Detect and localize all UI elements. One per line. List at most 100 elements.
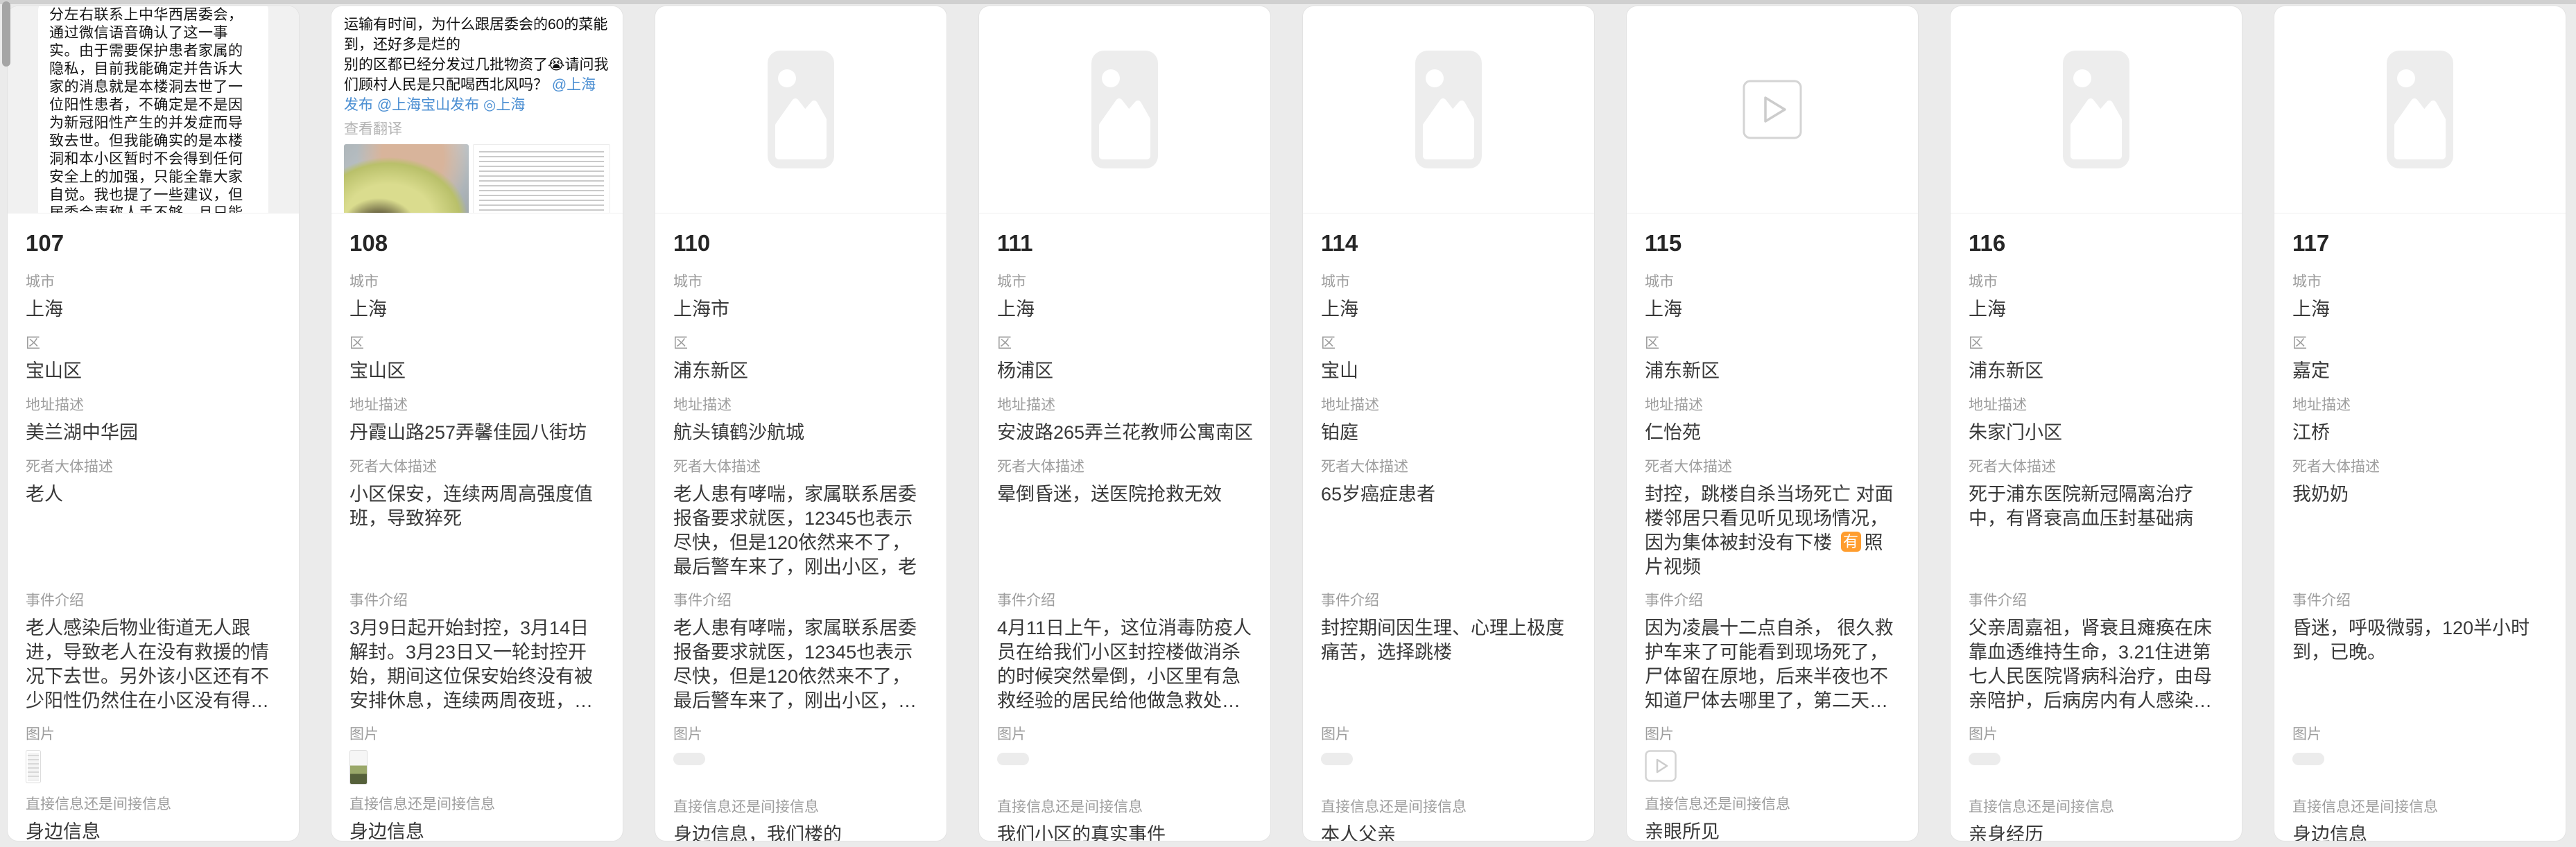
image-thumbnail-placeholder[interactable] — [2292, 753, 2324, 765]
district-label: 区 — [1969, 335, 2224, 352]
record-card[interactable]: 分左右联系上中华西居委会，通过微信语音确认了这一事实。由于需要保护患者家属的隐私… — [7, 6, 300, 841]
city-label: 城市 — [26, 273, 281, 290]
event-label: 事件介绍 — [26, 592, 281, 609]
field-address: 地址描述 航头镇鹤沙航城 — [673, 396, 928, 446]
deceased-label: 死者大体描述 — [2292, 458, 2548, 475]
field-direct: 直接信息还是间接信息 我们小区的真实事件 — [997, 798, 1252, 841]
attachment-preview[interactable]: 运输有时间，为什么跟居委会的60的菜能到，还好多是烂的 别的区都已经分发过几批物… — [331, 6, 623, 213]
field-direct: 直接信息还是间接信息 身边信息 — [2292, 798, 2548, 841]
district-label: 区 — [1645, 335, 1900, 352]
city-label: 城市 — [997, 273, 1252, 290]
social-post-preview: 运输有时间，为什么跟居委会的60的菜能到，还好多是烂的 别的区都已经分发过几批物… — [331, 6, 623, 213]
record-fields: 111 城市 上海 区 杨浦区 地址描述 安波路265弄兰花教师公寓南区 死者大… — [979, 213, 1270, 841]
address-value: 仁怡苑 — [1645, 421, 1900, 446]
district-value: 嘉定 — [2292, 359, 2548, 384]
image-label: 图片 — [2292, 726, 2548, 743]
field-district: 区 宝山区 — [26, 335, 281, 384]
record-id: 111 — [997, 230, 1252, 256]
record-card[interactable]: 115 城市 上海 区 浦东新区 地址描述 仁怡苑 死者大体描述 封控，跳楼自杀… — [1626, 6, 1919, 841]
screenshot-thumbnail[interactable] — [26, 750, 41, 783]
attachment-preview[interactable] — [655, 6, 946, 213]
page-scrollbar-thumb[interactable] — [2, 1, 10, 67]
image-thumbnail-placeholder[interactable] — [997, 753, 1029, 765]
video-thumbnail[interactable] — [1645, 750, 1677, 782]
image-thumbnail-placeholder[interactable] — [673, 753, 705, 765]
attachment-preview[interactable] — [979, 6, 1270, 213]
deceased-value: 晕倒昏迷，送医院抢救无效 — [997, 482, 1252, 579]
city-label: 城市 — [349, 273, 605, 290]
you-emoji-badge: 有 — [1841, 532, 1861, 552]
event-label: 事件介绍 — [1321, 592, 1576, 609]
address-value: 朱家门小区 — [1969, 421, 2224, 446]
district-label: 区 — [997, 335, 1252, 352]
cabbage-photo[interactable] — [344, 144, 469, 213]
district-value: 宝山区 — [26, 359, 281, 384]
translate-link[interactable]: 查看翻译 — [344, 118, 610, 139]
direct-label: 直接信息还是间接信息 — [1969, 798, 2224, 816]
field-event: 事件介绍 父亲周嘉祖，肾衰且瘫痪在床靠血透维持生命，3.21住进第七人民医院肾病… — [1969, 592, 2224, 713]
image-label: 图片 — [997, 726, 1252, 743]
city-label: 城市 — [1645, 273, 1900, 290]
record-card[interactable]: 114 城市 上海 区 宝山 地址描述 铂庭 死者大体描述 65岁癌症患者 事件… — [1302, 6, 1595, 841]
district-label: 区 — [673, 335, 928, 352]
location-tag-link[interactable]: ◎上海 — [483, 97, 525, 113]
image-label: 图片 — [1321, 726, 1576, 743]
district-value: 宝山 — [1321, 359, 1576, 384]
direct-value: 本人父亲 — [1321, 823, 1576, 841]
video-placeholder-icon — [1743, 80, 1802, 143]
field-address: 地址描述 铂庭 — [1321, 396, 1576, 446]
event-label: 事件介绍 — [1969, 592, 2224, 609]
dense-text-screenshot[interactable] — [473, 144, 610, 213]
record-card[interactable]: 110 城市 上海市 区 浦东新区 地址描述 航头镇鹤沙航城 死者大体描述 老人… — [655, 6, 947, 841]
direct-label: 直接信息还是间接信息 — [1645, 796, 1900, 813]
field-direct: 直接信息还是间接信息 身边信息 — [26, 796, 281, 841]
address-label: 地址描述 — [26, 396, 281, 414]
direct-value: 亲身经历 — [1969, 823, 2224, 841]
attachment-preview[interactable] — [1303, 6, 1594, 213]
image-placeholder-icon — [2387, 51, 2453, 172]
deceased-value: 我奶奶 — [2292, 482, 2548, 579]
deceased-value: 65岁癌症患者 — [1321, 482, 1576, 579]
direct-label: 直接信息还是间接信息 — [26, 796, 281, 813]
field-image: 图片 — [1321, 726, 1576, 786]
field-address: 地址描述 安波路265弄兰花教师公寓南区 — [997, 396, 1252, 446]
deceased-value: 小区保安，连续两周高强度值班，导致猝死 — [349, 482, 605, 579]
image-placeholder-icon — [768, 51, 834, 172]
field-event: 事件介绍 3月9日起开始封控，3月14日解封。3月23日又一轮封控开始，期间这位… — [349, 592, 605, 713]
city-value: 上海市 — [673, 297, 928, 322]
event-label: 事件介绍 — [349, 592, 605, 609]
mention-link[interactable]: @上海宝山发布 — [377, 97, 483, 113]
deceased-label: 死者大体描述 — [1969, 458, 2224, 475]
record-card[interactable]: 111 城市 上海 区 杨浦区 地址描述 安波路265弄兰花教师公寓南区 死者大… — [978, 6, 1271, 841]
record-card[interactable]: 117 城市 上海 区 嘉定 地址描述 江桥 死者大体描述 我奶奶 事件介绍 昏… — [2274, 6, 2566, 841]
record-card[interactable]: 运输有时间，为什么跟居委会的60的菜能到，还好多是烂的 别的区都已经分发过几批物… — [331, 6, 623, 841]
direct-value: 我们小区的真实事件 — [997, 823, 1252, 841]
image-thumbnail-placeholder[interactable] — [1321, 753, 1353, 765]
image-thumbnail-row — [349, 750, 605, 783]
district-label: 区 — [2292, 335, 2548, 352]
field-direct: 直接信息还是间接信息 身边信息，我们楼的 — [673, 798, 928, 841]
district-label: 区 — [1321, 335, 1576, 352]
event-label: 事件介绍 — [2292, 592, 2548, 609]
image-label: 图片 — [1645, 726, 1900, 743]
attachment-preview[interactable] — [1951, 6, 2242, 213]
image-thumbnail-placeholder[interactable] — [1969, 753, 2000, 765]
field-city: 城市 上海 — [997, 273, 1252, 322]
image-thumbnail-row — [26, 750, 281, 783]
city-label: 城市 — [2292, 273, 2548, 290]
attachment-preview[interactable] — [2274, 6, 2566, 213]
event-label: 事件介绍 — [673, 592, 928, 609]
photo-thumbnail[interactable] — [349, 750, 368, 785]
attachment-preview[interactable] — [1627, 6, 1918, 213]
record-card[interactable]: 116 城市 上海 区 浦东新区 地址描述 朱家门小区 死者大体描述 死于浦东医… — [1950, 6, 2242, 841]
attachment-preview[interactable]: 分左右联系上中华西居委会，通过微信语音确认了这一事实。由于需要保护患者家属的隐私… — [8, 6, 299, 213]
text-lines-pattern — [479, 151, 604, 213]
district-value: 浦东新区 — [673, 359, 928, 384]
field-event: 事件介绍 因为凌晨十二点自杀， 很久救护车来了可能看到现场死了， 尸体留在原地，… — [1645, 592, 1900, 713]
field-deceased: 死者大体描述 死于浦东医院新冠隔离治疗中，有肾衰高血压封基础病 — [1969, 458, 2224, 579]
record-id: 116 — [1969, 230, 2224, 256]
city-value: 上海 — [349, 297, 605, 322]
image-label: 图片 — [349, 726, 605, 743]
record-id: 115 — [1645, 230, 1900, 256]
deceased-value: 死于浦东医院新冠隔离治疗中，有肾衰高血压封基础病 — [1969, 482, 2224, 579]
